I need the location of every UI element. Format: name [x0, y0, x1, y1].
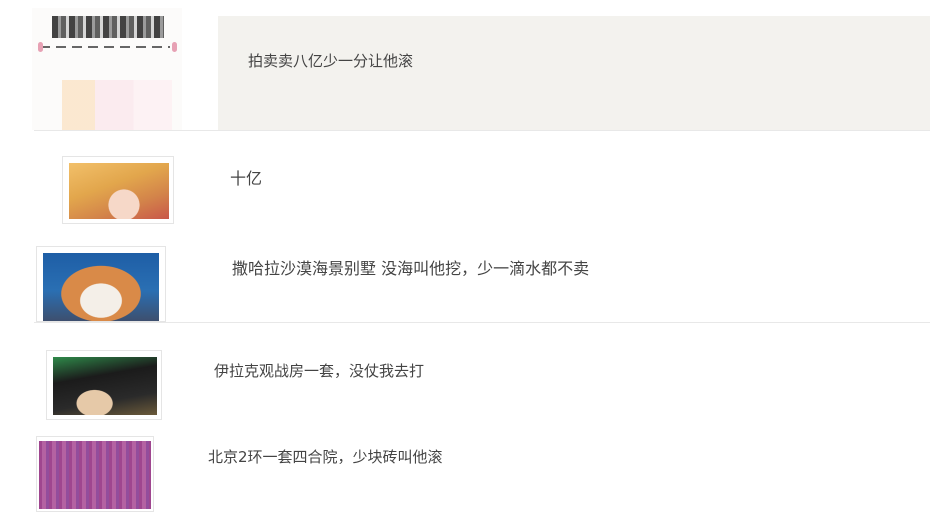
divider	[34, 322, 930, 323]
comment-text: 北京2环一套四合院，少块砖叫他滚	[208, 448, 443, 466]
comment-text: 撒哈拉沙漠海景别墅 没海叫他挖，少一滴水都不卖	[232, 259, 590, 278]
comment-text: 拍卖卖八亿少一分让他滚	[248, 52, 414, 70]
divider	[34, 130, 930, 131]
avatar-image	[53, 357, 157, 415]
avatar-image	[52, 16, 164, 38]
avatar-decoration	[38, 42, 43, 52]
avatar-decoration	[172, 42, 177, 52]
avatar[interactable]	[46, 350, 162, 420]
avatar-decoration	[62, 80, 172, 130]
avatar-image	[43, 253, 159, 321]
avatar[interactable]	[32, 8, 182, 130]
avatar-image	[69, 163, 169, 219]
avatar[interactable]	[36, 436, 154, 512]
avatar-decoration	[40, 46, 170, 48]
avatar[interactable]	[36, 246, 166, 322]
comment-text: 伊拉克观战房一套，没仗我去打	[214, 362, 425, 380]
comment-text: 十亿	[230, 169, 263, 188]
avatar-image	[39, 441, 151, 509]
avatar[interactable]	[62, 156, 174, 224]
comment-row-highlight	[218, 16, 930, 130]
